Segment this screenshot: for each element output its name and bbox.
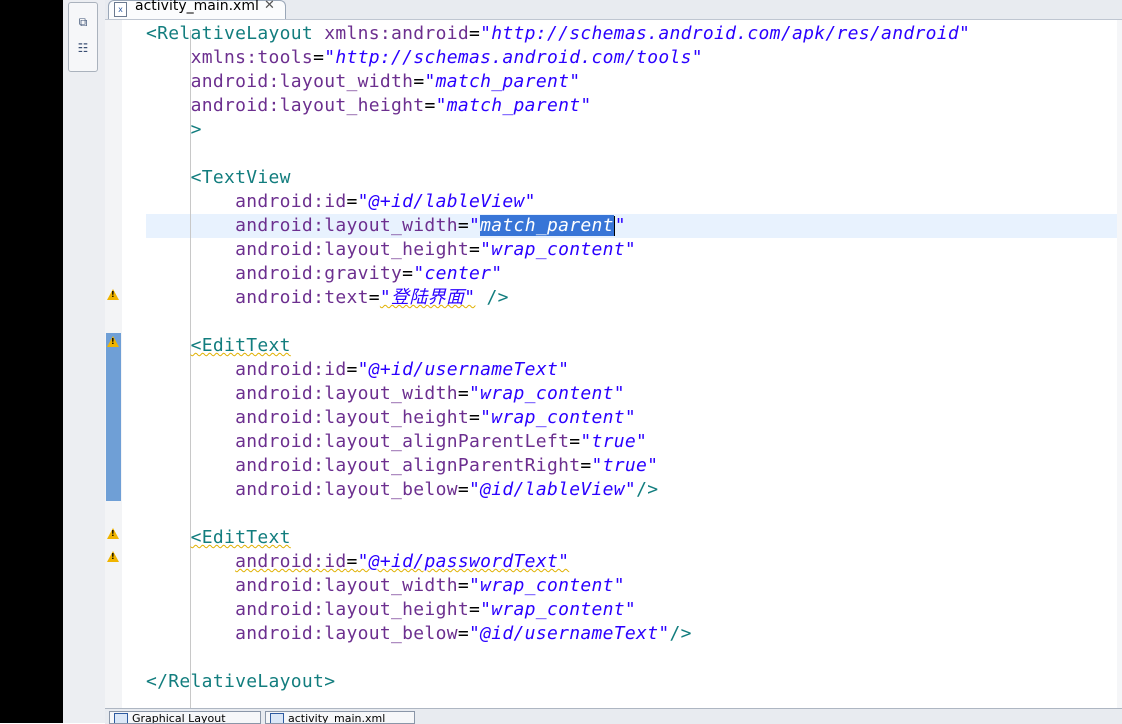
side-toolstrip xyxy=(63,0,106,723)
folding-gutter xyxy=(122,20,144,708)
code-line: > xyxy=(190,119,202,140)
code-line: android:layout_height="wrap_content" xyxy=(235,599,637,620)
restore-icon[interactable]: ⧉ xyxy=(76,15,90,29)
code-line: android:layout_height="wrap_content" xyxy=(235,407,637,428)
code-line: android:id="@+id/lableView" xyxy=(235,191,536,212)
code-line: xmlns:tools="http://schemas.android.com/… xyxy=(190,47,703,68)
code-line: android:gravity="center" xyxy=(235,263,503,284)
xml-file-icon: x xyxy=(114,2,127,17)
editor-bottom-tabs: Graphical Layout activity_main.xml xyxy=(105,708,1122,724)
code-line: </RelativeLayout> xyxy=(146,671,336,692)
xml-source-icon xyxy=(270,713,284,723)
tab-xml-source[interactable]: activity_main.xml xyxy=(265,711,415,724)
code-line: android:text="登陆界面" /> xyxy=(235,287,509,308)
tab-activity-main[interactable]: x activity_main.xml ✕ xyxy=(108,0,286,19)
code-line: android:layout_alignParentRight="true" xyxy=(235,455,659,476)
warning-icon[interactable]: ! xyxy=(107,336,119,347)
outline-icon[interactable]: ☷ xyxy=(76,41,90,55)
code-line: android:layout_below="@id/usernameText"/… xyxy=(235,623,692,644)
code-line: <EditText xyxy=(190,527,291,548)
code-line: <TextView xyxy=(190,167,291,188)
graphical-layout-icon xyxy=(114,713,128,723)
code-line: android:id="@+id/usernameText" xyxy=(235,359,570,380)
overview-ruler xyxy=(1117,20,1122,708)
code-line: android:layout_height="match_parent" xyxy=(190,95,592,116)
desktop-background xyxy=(0,0,63,723)
bottom-tab-label: activity_main.xml xyxy=(288,712,386,724)
code-line: android:id="@+id/passwordText" xyxy=(235,551,570,572)
ruler-highlight xyxy=(106,333,121,501)
text-selection: match_parent xyxy=(480,215,614,236)
tab-graphical-layout[interactable]: Graphical Layout xyxy=(109,711,261,724)
bottom-tab-label: Graphical Layout xyxy=(132,712,226,724)
code-line: <RelativeLayout xmlns:android="http://sc… xyxy=(146,23,971,44)
code-line: android:layout_width="match_parent" xyxy=(235,215,626,236)
warning-icon[interactable]: ! xyxy=(107,289,119,300)
code-line: android:layout_below="@id/lableView"/> xyxy=(235,479,659,500)
tab-label: activity_main.xml xyxy=(135,0,259,14)
editor-tab-bar: x activity_main.xml ✕ xyxy=(105,0,1122,20)
close-icon[interactable]: ✕ xyxy=(264,0,275,13)
minimized-view-panel: ⧉ ☷ xyxy=(68,2,98,72)
code-line: android:layout_width="match_parent" xyxy=(190,71,581,92)
code-line: android:layout_height="wrap_content" xyxy=(235,239,637,260)
warning-icon[interactable]: ! xyxy=(107,528,119,539)
code-line: <EditText xyxy=(190,335,291,356)
code-line: android:layout_alignParentLeft="true" xyxy=(235,431,648,452)
code-line: android:layout_width="wrap_content" xyxy=(235,383,625,404)
code-line: android:layout_width="wrap_content" xyxy=(235,575,625,596)
warning-icon[interactable]: ! xyxy=(107,551,119,562)
